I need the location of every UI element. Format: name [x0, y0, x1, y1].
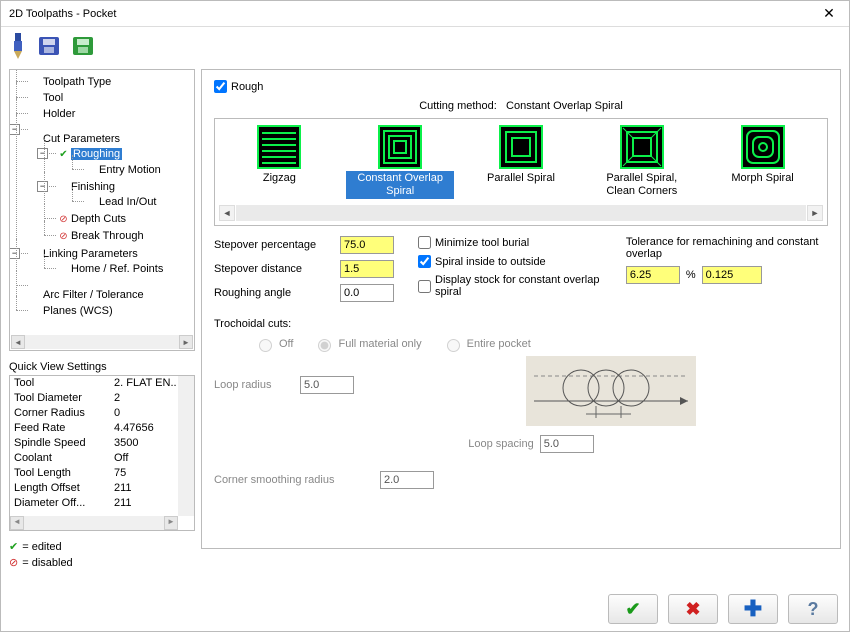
stepover-dist-input[interactable] — [340, 260, 394, 278]
tree-hscrollbar[interactable]: ◄► — [11, 335, 193, 349]
method-constant-overlap-spiral[interactable]: Constant Overlap Spiral — [346, 125, 454, 199]
tree-item-lead-inout[interactable]: Lead In/Out — [72, 194, 192, 210]
tree-item-finishing[interactable]: − Finishing Lead In/Out — [44, 179, 192, 211]
tree-item-cut-parameters[interactable]: − Cut Parameters − ✔Roughing Entry Motio… — [16, 122, 192, 246]
help-button[interactable]: ? — [788, 594, 838, 624]
method-parallel-spiral[interactable]: Parallel Spiral — [467, 125, 575, 186]
scroll-right-icon[interactable]: ► — [807, 205, 823, 221]
disabled-icon: ⊘ — [9, 555, 18, 571]
loop-spacing-input — [540, 435, 594, 453]
stepover-pct-input[interactable] — [340, 236, 394, 254]
disabled-icon: ⊘ — [58, 230, 69, 244]
tree-item-planes[interactable]: Planes (WCS) — [16, 303, 192, 319]
quickview-row: Tool2. FLAT EN.. — [10, 376, 194, 391]
quickview-panel: Tool2. FLAT EN..Tool Diameter2Corner Rad… — [9, 375, 195, 531]
spiral-inside-checkbox[interactable]: Spiral inside to outside — [418, 255, 602, 268]
troch-off-radio[interactable]: Off — [254, 336, 293, 352]
minimize-burial-checkbox[interactable]: Minimize tool burial — [418, 236, 602, 249]
tool-icon[interactable] — [9, 33, 27, 59]
methods-hscrollbar[interactable]: ◄ ► — [219, 205, 823, 221]
tree-panel: Toolpath Type Tool Holder − Cut Paramete… — [9, 69, 195, 351]
quickview-row: Diameter Off...211 — [10, 496, 194, 511]
expander-icon[interactable]: − — [9, 124, 20, 135]
check-icon: ✔ — [9, 539, 18, 555]
trochoidal-title: Trochoidal cuts: — [214, 318, 828, 330]
cancel-button[interactable]: ✖ — [668, 594, 718, 624]
trochoidal-diagram — [526, 356, 696, 426]
tree-item-holder[interactable]: Holder — [16, 106, 192, 122]
method-parallel-spiral-clean[interactable]: Parallel Spiral, Clean Corners — [588, 125, 696, 199]
close-icon[interactable]: ✕ — [817, 5, 841, 22]
quickview-row: Corner Radius0 — [10, 406, 194, 421]
stepover-dist-label: Stepover distance — [214, 263, 334, 275]
quickview-row: CoolantOff — [10, 451, 194, 466]
method-morph-spiral[interactable]: Morph Spiral — [709, 125, 817, 186]
quickview-row: Length Offset211 — [10, 481, 194, 496]
rough-angle-input[interactable] — [340, 284, 394, 302]
tol-pct-input[interactable] — [626, 266, 680, 284]
expander-icon[interactable]: − — [37, 148, 48, 159]
quickview-hscrollbar[interactable]: ◄► — [10, 516, 178, 530]
corner-smoothing-label: Corner smoothing radius — [214, 474, 374, 486]
tree-item-break-through[interactable]: ⊘Break Through — [44, 228, 192, 245]
method-picker: Zigzag Constant Overlap Spiral Parallel … — [214, 118, 828, 226]
loop-radius-label: Loop radius — [214, 379, 294, 391]
method-zigzag[interactable]: Zigzag — [225, 125, 333, 186]
loop-spacing-label: Loop spacing — [468, 438, 533, 450]
legend: ✔= edited ⊘= disabled — [9, 539, 195, 571]
quickview-row: Spindle Speed3500 — [10, 436, 194, 451]
expander-icon[interactable]: − — [9, 248, 20, 259]
save-green-icon[interactable] — [71, 35, 95, 57]
tree-item-toolpath-type[interactable]: Toolpath Type — [16, 74, 192, 90]
tree-item-roughing[interactable]: − ✔Roughing Entry Motion — [44, 146, 192, 179]
main-panel: Rough Cutting method: Constant Overlap S… — [201, 69, 841, 549]
cutting-method-value: Constant Overlap Spiral — [506, 100, 623, 112]
toolbar — [1, 27, 849, 65]
pct-symbol: % — [686, 269, 696, 281]
save-icon[interactable] — [37, 35, 61, 57]
tolerance-label: Tolerance for remachining and constant o… — [626, 236, 828, 260]
tree-item-home-ref[interactable]: Home / Ref. Points — [44, 261, 192, 277]
scroll-left-icon[interactable]: ◄ — [219, 205, 235, 221]
tree-item-depth-cuts[interactable]: ⊘Depth Cuts — [44, 211, 192, 228]
tol-val-input[interactable] — [702, 266, 762, 284]
troch-entire-radio[interactable]: Entire pocket — [442, 336, 531, 352]
cutting-method-label: Cutting method: — [419, 100, 497, 112]
tree-item-tool[interactable]: Tool — [16, 90, 192, 106]
quickview-row: Tool Diameter2 — [10, 391, 194, 406]
rough-checkbox[interactable]: Rough — [214, 80, 263, 93]
window-title: 2D Toolpaths - Pocket — [9, 8, 817, 20]
troch-full-radio[interactable]: Full material only — [313, 336, 421, 352]
rough-angle-label: Roughing angle — [214, 287, 334, 299]
disabled-icon: ⊘ — [58, 213, 69, 227]
display-stock-checkbox[interactable]: Display stock for constant overlap spira… — [418, 274, 602, 298]
stepover-pct-label: Stepover percentage — [214, 239, 334, 251]
quickview-row: Feed Rate4.47656 — [10, 421, 194, 436]
quickview-vscrollbar[interactable] — [178, 376, 194, 516]
tree-item-entry-motion[interactable]: Entry Motion — [72, 162, 192, 178]
quickview-row: Tool Length75 — [10, 466, 194, 481]
quickview-title: Quick View Settings — [9, 361, 195, 373]
check-icon: ✔ — [58, 148, 69, 162]
corner-smoothing-input — [380, 471, 434, 489]
add-button[interactable]: ✚ — [728, 594, 778, 624]
tree-item-arc-filter[interactable]: Arc Filter / Tolerance — [16, 278, 192, 303]
ok-button[interactable]: ✔ — [608, 594, 658, 624]
expander-icon[interactable]: − — [37, 181, 48, 192]
loop-radius-input — [300, 376, 354, 394]
tree-item-linking-parameters[interactable]: − Linking Parameters Home / Ref. Points — [16, 246, 192, 278]
